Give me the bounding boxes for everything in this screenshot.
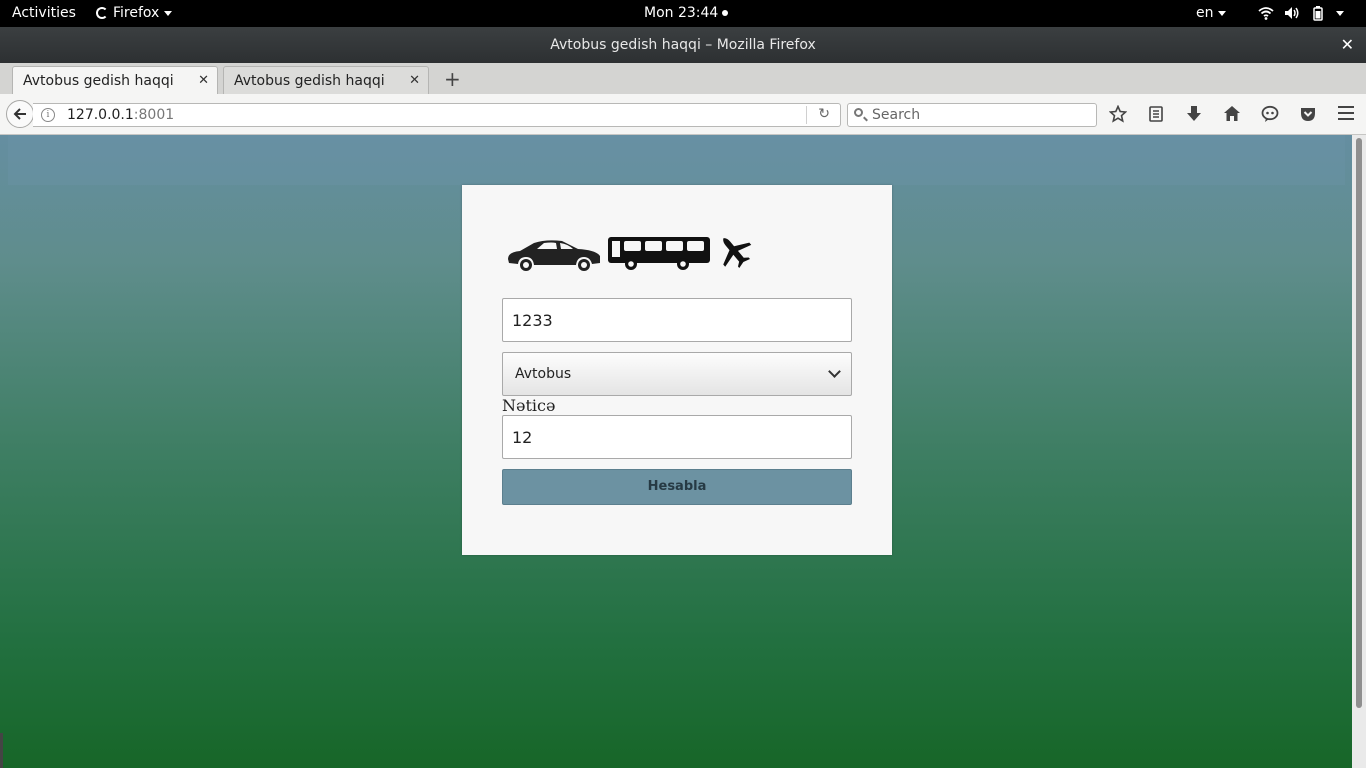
clock-label: Mon 23:44: [644, 5, 719, 21]
back-button[interactable]: [6, 100, 34, 128]
result-label: Nəticə: [502, 396, 556, 415]
home-icon[interactable]: [1222, 104, 1242, 124]
app-menu-label: Firefox: [113, 5, 160, 21]
caret-down-icon: [1217, 10, 1226, 16]
reading-list-icon[interactable]: [1146, 104, 1166, 124]
status-menu[interactable]: [1258, 5, 1344, 21]
app-menu[interactable]: Firefox: [96, 5, 173, 21]
tab-close-icon[interactable]: ✕: [409, 73, 420, 88]
caret-down-icon: [164, 10, 173, 16]
bookmark-star-icon[interactable]: [1108, 104, 1128, 124]
page-header-band: [8, 135, 1345, 185]
search-icon: [854, 108, 863, 117]
chat-icon[interactable]: [1260, 104, 1280, 124]
clock[interactable]: Mon 23:44: [644, 5, 729, 21]
caret-down-icon: [1336, 10, 1344, 16]
tab-title: Avtobus gedish haqqi: [23, 73, 174, 89]
bus-icon: [608, 237, 710, 270]
reload-icon[interactable]: ↻: [818, 106, 830, 122]
url-separator: [806, 106, 807, 124]
downloads-icon[interactable]: [1184, 104, 1204, 124]
calculate-button[interactable]: Hesabla: [502, 469, 852, 505]
language-label: en: [1196, 5, 1214, 21]
window-corner: [0, 733, 3, 768]
firefox-icon: [96, 7, 108, 19]
transport-type-select[interactable]: Avtobus: [502, 352, 852, 396]
scrollbar-thumb[interactable]: [1356, 138, 1362, 708]
transport-logos: [506, 233, 754, 271]
tab-close-icon[interactable]: ✕: [198, 73, 209, 88]
new-tab-button[interactable]: +: [444, 67, 461, 91]
navigation-toolbar: i 127.0.0.1:8001 ↻: [0, 94, 1366, 135]
tab-2[interactable]: Avtobus gedish haqqi ✕: [223, 66, 429, 94]
battery-icon: [1313, 6, 1323, 21]
window-title: Avtobus gedish haqqi – Mozilla Firefox: [550, 37, 816, 53]
window-close-button[interactable]: ✕: [1341, 35, 1354, 54]
url-text[interactable]: 127.0.0.1:8001: [67, 107, 174, 123]
search-input[interactable]: [870, 106, 1094, 124]
result-field[interactable]: [502, 415, 852, 459]
system-top-bar: Activities Firefox Mon 23:44 en: [0, 0, 1366, 27]
page-scrollbar[interactable]: [1352, 135, 1366, 768]
amount-input[interactable]: [502, 298, 852, 342]
url-bar[interactable]: i 127.0.0.1:8001 ↻: [33, 103, 841, 127]
volume-icon: [1285, 7, 1299, 19]
airplane-icon: [723, 238, 752, 268]
pocket-icon[interactable]: [1298, 104, 1318, 124]
window-title-bar: Avtobus gedish haqqi – Mozilla Firefox ✕: [0, 27, 1366, 63]
chevron-down-icon: [828, 365, 841, 378]
hamburger-menu-icon[interactable]: [1338, 106, 1354, 120]
tab-title: Avtobus gedish haqqi: [234, 73, 385, 89]
tab-strip: Avtobus gedish haqqi ✕ Avtobus gedish ha…: [0, 63, 1366, 95]
transport-type-selected: Avtobus: [515, 366, 572, 382]
search-bar[interactable]: [847, 103, 1097, 127]
tab-1[interactable]: Avtobus gedish haqqi ✕: [12, 66, 218, 95]
toolbar-icons: [1108, 104, 1318, 124]
car-icon: [508, 240, 600, 271]
page-content: Avtobus Nəticə Hesabla: [0, 135, 1366, 768]
site-info-icon[interactable]: i: [41, 108, 55, 122]
arrow-left-icon: [13, 108, 26, 120]
notification-dot-icon: [722, 10, 729, 16]
activities-button[interactable]: Activities: [12, 5, 76, 21]
language-indicator[interactable]: en: [1196, 5, 1226, 21]
wifi-icon: [1258, 7, 1274, 20]
fare-calculator-card: Avtobus Nəticə Hesabla: [462, 185, 892, 555]
